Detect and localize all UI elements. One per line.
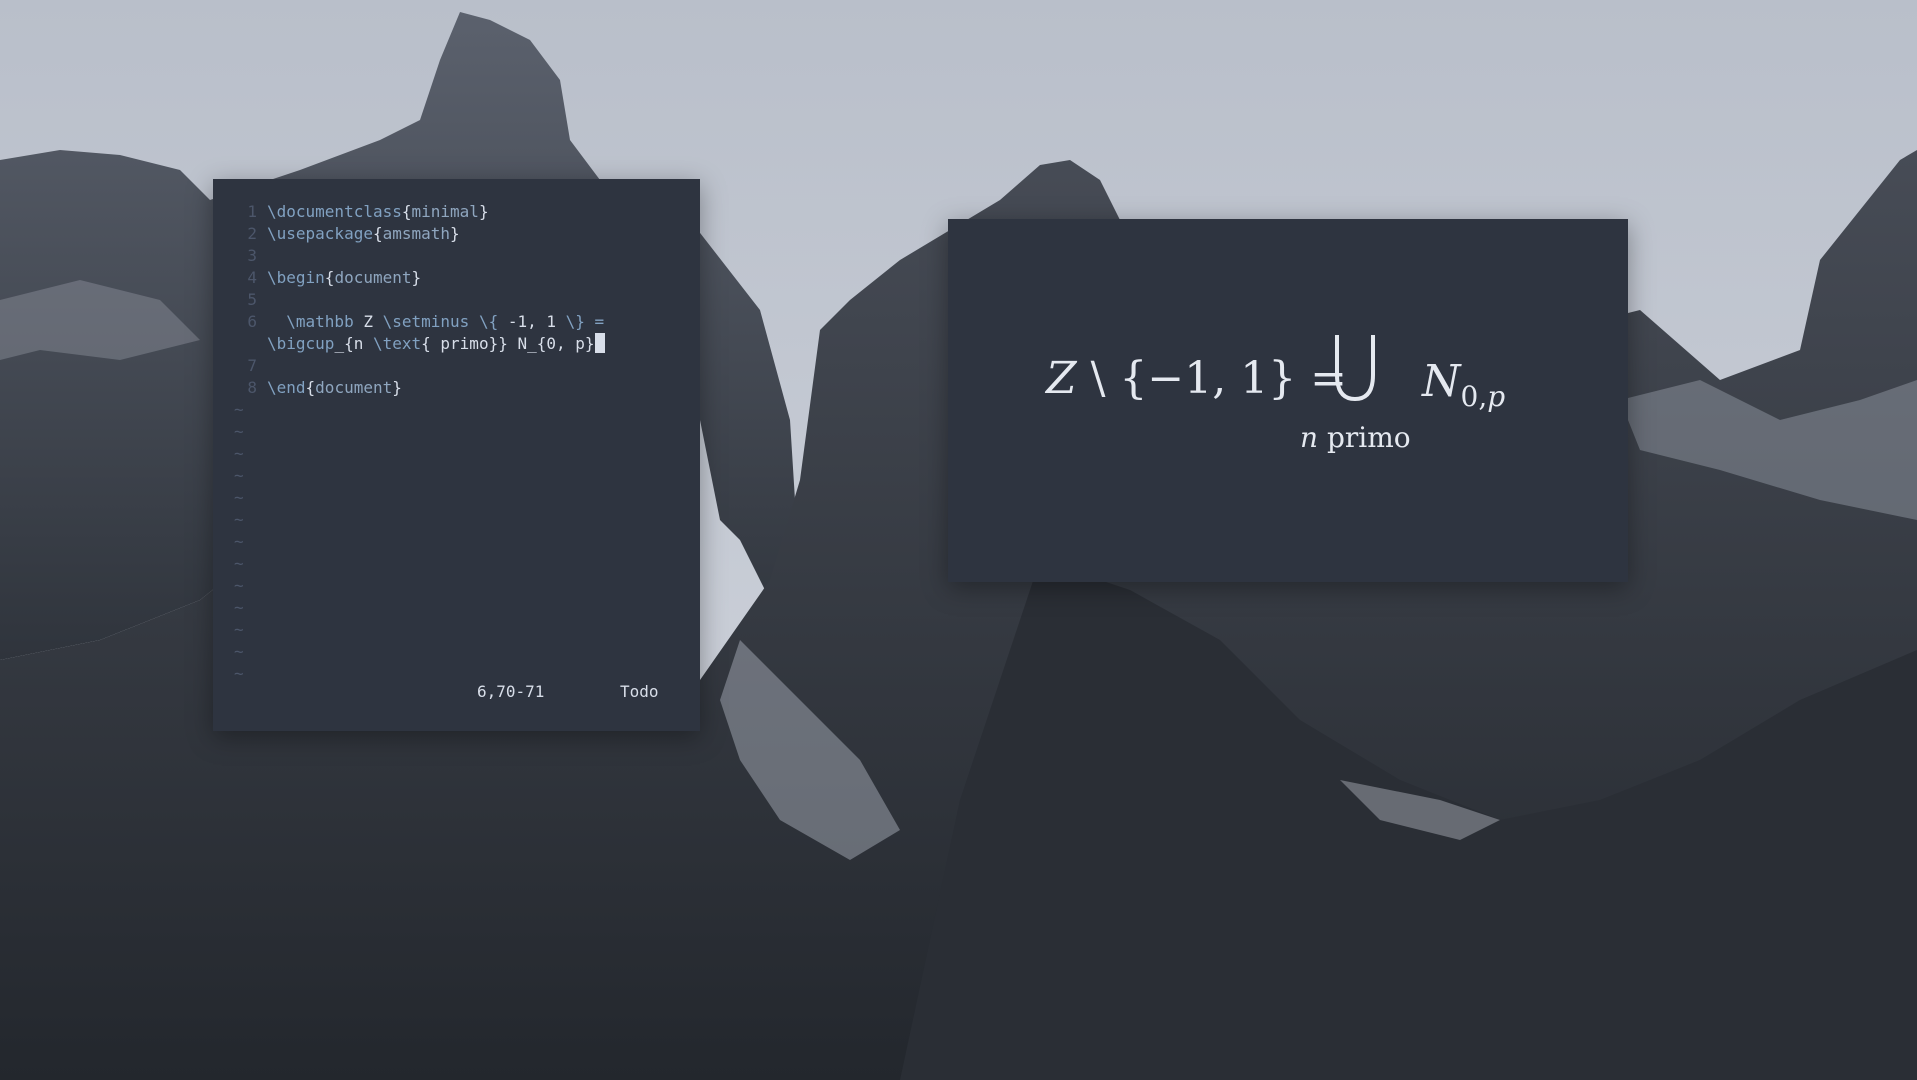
code-line[interactable]: 4 \begin{document} [213, 267, 700, 289]
subscript-text: primo [1318, 421, 1411, 454]
subscript-var: n [1300, 421, 1319, 454]
line-text [267, 289, 700, 311]
code-token: minimal [411, 202, 479, 221]
vim-editor-window[interactable]: 1 \documentclass{minimal} 2 \usepackage{ams… [213, 179, 700, 731]
empty-line-tilde: ~ [234, 554, 244, 573]
code-area[interactable]: 1 \documentclass{minimal} 2 \usepackage{ams… [213, 201, 700, 685]
line-number: 2 [247, 224, 257, 243]
code-line[interactable]: 5 [213, 289, 700, 311]
code-token: document [315, 378, 393, 397]
line-text: \end{document} [267, 377, 700, 399]
code-line[interactable]: 3 [213, 245, 700, 267]
line-text: \begin{document} [267, 267, 700, 289]
text-cursor [594, 333, 605, 353]
code-token: \setminus [382, 312, 470, 331]
code-token: { [401, 202, 412, 221]
empty-line-tilde: ~ [234, 510, 244, 529]
empty-line-tilde: ~ [234, 642, 244, 661]
rhs-var: N [1422, 356, 1461, 407]
line-number: 4 [247, 268, 257, 287]
code-token: { [324, 268, 335, 287]
code-token: -1, 1 [498, 312, 566, 331]
cursor-position: 6,70-71 [477, 682, 545, 701]
code-line[interactable]: 6 \mathbb Z \setminus \{ -1, 1 \} = [213, 311, 700, 333]
code-token: { [305, 378, 316, 397]
code-token: { [372, 224, 383, 243]
code-token: = [584, 312, 605, 331]
code-line[interactable]: 1 \documentclass{minimal} [213, 201, 700, 223]
line-text [267, 355, 700, 377]
code-line[interactable]: 8 \end{document} [213, 377, 700, 399]
latex-preview-window[interactable]: Z \ {−1, 1} = n primo N0,p [948, 219, 1628, 582]
code-token: } [411, 268, 422, 287]
line-text: \documentclass{minimal} [267, 201, 700, 223]
code-token: \} [565, 312, 585, 331]
formula-lhs-rest: \ {−1, 1} = [1076, 353, 1348, 404]
empty-line-tilde: ~ [234, 620, 244, 639]
code-token: } [450, 224, 460, 243]
formula-lhs: Z \ {−1, 1} = [1046, 353, 1347, 404]
formula-rhs: N0,p [1422, 356, 1505, 413]
empty-line-tilde: ~ [234, 422, 244, 441]
rhs-sub-var: p [1487, 380, 1506, 413]
line-number: 1 [247, 202, 257, 221]
line-number [213, 333, 267, 355]
code-token: \{ [478, 312, 499, 331]
code-token: \end [267, 378, 306, 397]
scroll-position: Todo [620, 682, 659, 701]
line-number: 6 [247, 312, 257, 331]
code-token: \begin [267, 268, 325, 287]
code-token: \usepackage [267, 224, 373, 243]
line-number: 5 [247, 290, 257, 309]
formula-lhs-var: Z [1046, 353, 1077, 404]
line-text: \mathbb Z \setminus \{ -1, 1 \} = [267, 311, 700, 333]
bigcup-symbol [1335, 335, 1375, 402]
code-token: Z [353, 312, 383, 331]
code-token: \bigcup [267, 334, 335, 353]
empty-line-tilde: ~ [234, 532, 244, 551]
code-line[interactable]: \bigcup_{n \text{ primo}} N_{0, p} [213, 333, 700, 355]
empty-line-tilde: ~ [234, 444, 244, 463]
line-number: 3 [247, 246, 257, 265]
rhs-subscript: 0,p [1461, 380, 1506, 413]
code-line[interactable]: 2 \usepackage{amsmath} [213, 223, 700, 245]
empty-line-tilde: ~ [234, 576, 244, 595]
code-token: } [392, 378, 402, 397]
rhs-sub-num: 0, [1460, 380, 1488, 413]
code-token: amsmath [382, 224, 451, 243]
code-token: \documentclass [267, 202, 402, 221]
empty-line-tilde: ~ [234, 466, 244, 485]
line-number: 8 [247, 378, 257, 397]
code-token: { primo}} N_{0, p} [421, 334, 595, 353]
line-text [267, 245, 700, 267]
code-token: _{n [334, 334, 373, 353]
rendered-formula: Z \ {−1, 1} = n primo N0,p [948, 219, 1628, 582]
empty-line-tilde: ~ [234, 400, 244, 419]
empty-line-tilde: ~ [234, 598, 244, 617]
empty-line-tilde: ~ [234, 488, 244, 507]
line-number: 7 [247, 356, 257, 375]
formula-subscript: n primo [1300, 421, 1411, 454]
code-token: } [478, 202, 489, 221]
code-token: \text [372, 334, 422, 353]
line-text: \usepackage{amsmath} [267, 223, 700, 245]
code-line[interactable]: 7 [213, 355, 700, 377]
line-text: \bigcup_{n \text{ primo}} N_{0, p} [267, 333, 700, 355]
status-line: 6,70-71 Todo [213, 682, 700, 704]
code-token: \mathbb [286, 312, 354, 331]
code-token: document [334, 268, 412, 287]
